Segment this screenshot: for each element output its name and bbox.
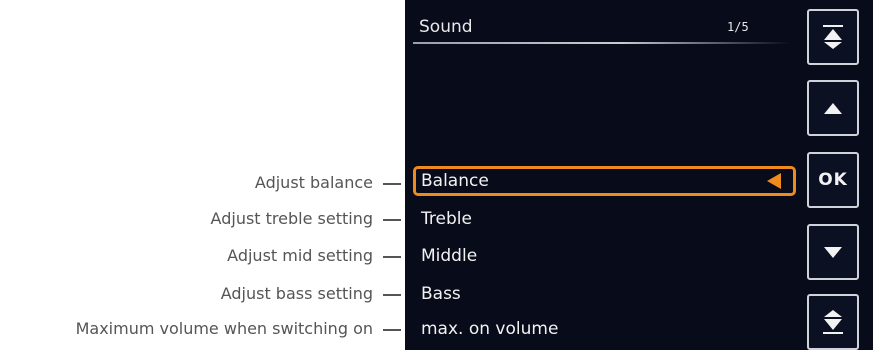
title-divider — [413, 42, 791, 44]
annotation-max-on-volume: Maximum volume when switching on — [75, 319, 402, 338]
menu-item-max-on-volume[interactable]: max. on volume — [421, 318, 558, 340]
menu-title: Sound — [419, 17, 473, 37]
arrow-up-icon — [824, 102, 842, 114]
annotation-bass: Adjust bass setting — [220, 284, 402, 303]
menu-item-bass[interactable]: Bass — [421, 283, 461, 305]
ok-button[interactable]: OK — [807, 152, 859, 208]
menu-item-balance[interactable]: Balance — [413, 166, 796, 196]
annotation-treble: Adjust treble setting — [210, 209, 402, 228]
sound-menu-screen: Sound 1/5 Balance Treble Middle Bass max… — [405, 0, 873, 350]
chevron-bottom-icon — [823, 310, 843, 334]
scroll-up-button[interactable] — [807, 80, 859, 136]
ok-button-label: OK — [818, 170, 848, 190]
menu-item-middle[interactable]: Middle — [421, 245, 477, 267]
scroll-bottom-button[interactable] — [807, 294, 859, 350]
arrow-down-icon — [824, 246, 842, 258]
scroll-down-button[interactable] — [807, 224, 859, 280]
annotation-middle: Adjust mid setting — [227, 246, 401, 265]
menu-item-label: Balance — [421, 171, 489, 191]
annotation-balance: Adjust balance — [254, 173, 402, 192]
selection-arrow-icon — [767, 173, 781, 189]
page-indicator: 1/5 — [727, 20, 749, 34]
chevron-top-icon — [823, 25, 843, 49]
scroll-top-button[interactable] — [807, 9, 859, 65]
menu-item-treble[interactable]: Treble — [421, 208, 472, 230]
